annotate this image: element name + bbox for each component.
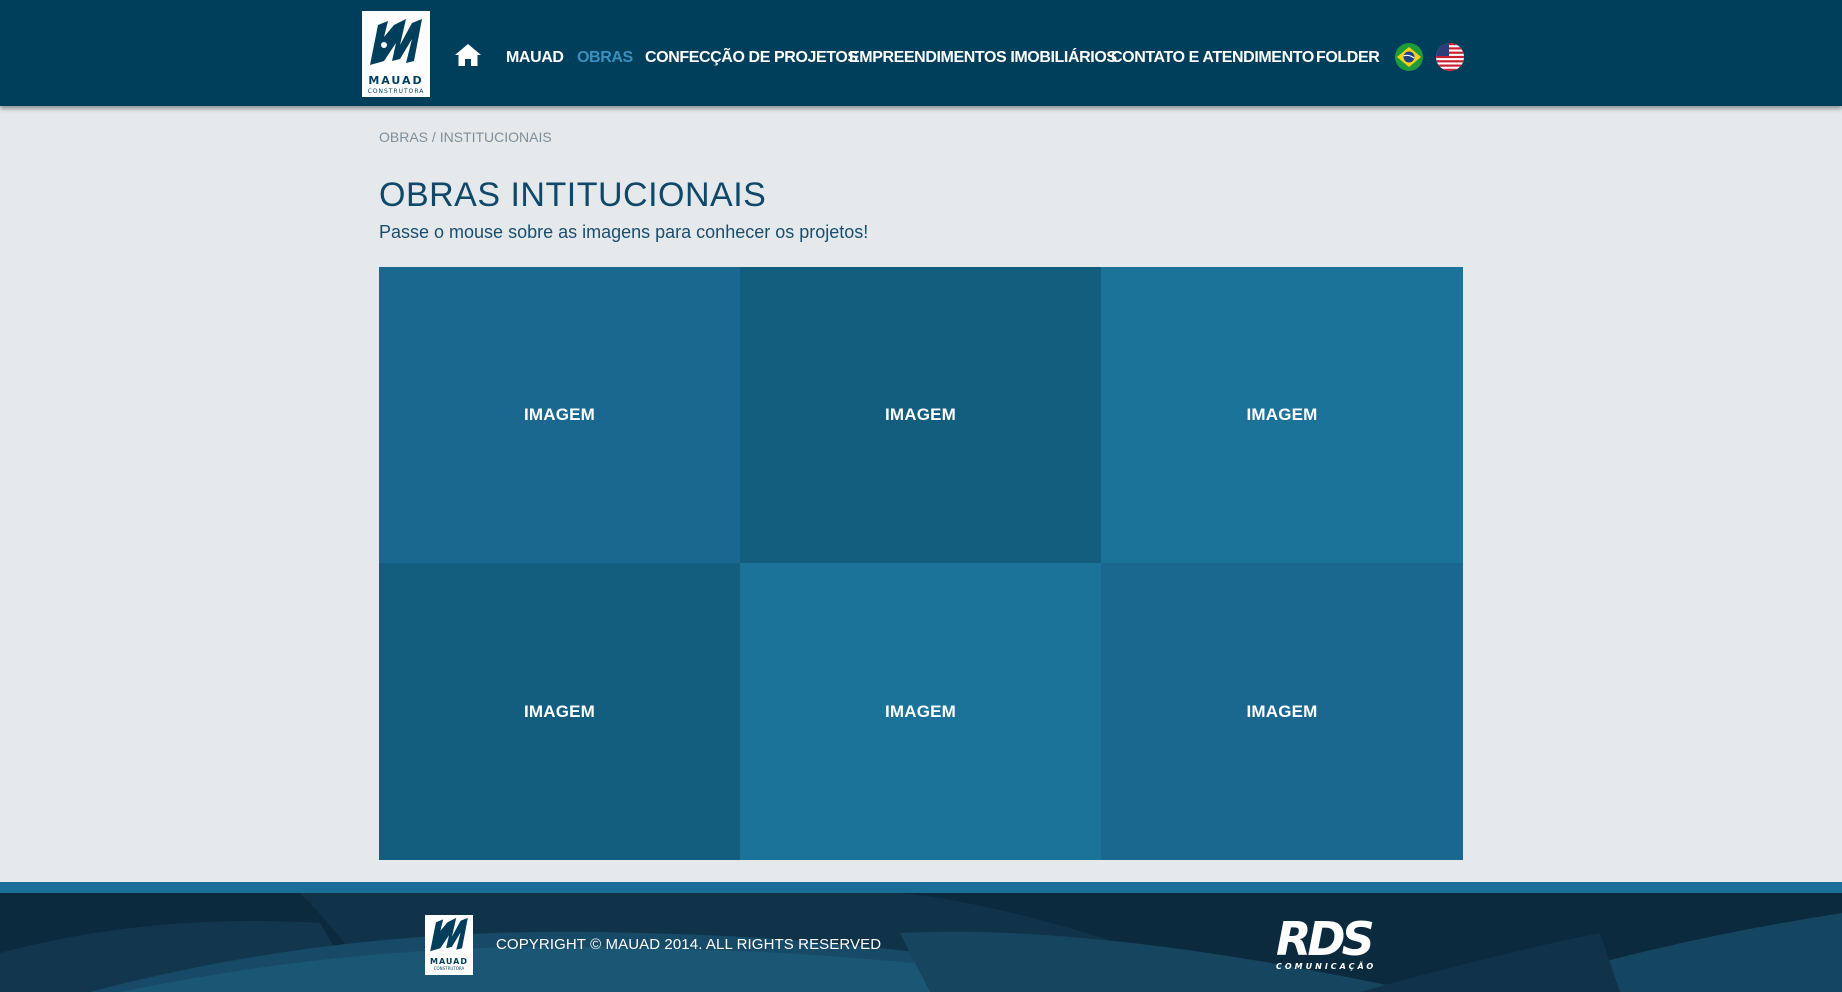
footer-logo-mark-icon xyxy=(430,917,468,952)
nav-item-empreendimentos-imobiliarios[interactable]: EMPREENDIMENTOS IMOBILIÁRIOS xyxy=(849,49,1117,67)
rds-comunicacao-logo[interactable]: RDS COMUNICAÇÃO xyxy=(1276,916,1384,976)
breadcrumb-current: INSTITUCIONAIS xyxy=(439,129,552,145)
rds-logo-subtitle: COMUNICAÇÃO xyxy=(1276,962,1377,971)
page-subtitle: Passe o mouse sobre as imagens para conh… xyxy=(379,222,869,242)
breadcrumb-separator: / xyxy=(428,129,440,145)
mauad-logo[interactable]: MAUAD CONSTRUTORA xyxy=(362,11,430,97)
projects-grid: IMAGEM IMAGEM IMAGEM IMAGEM IMAGEM IMAGE… xyxy=(379,267,1463,860)
footer-stripe xyxy=(0,882,1842,893)
footer-logo-wordmark: MAUAD xyxy=(430,957,468,966)
nav-item-obras[interactable]: OBRAS xyxy=(577,49,633,67)
mauad-logo-mark-icon xyxy=(370,19,422,65)
nav-item-folder[interactable]: FOLDER xyxy=(1316,49,1380,67)
home-icon[interactable] xyxy=(454,43,482,67)
page-title: OBRAS INTITUCIONAIS xyxy=(379,176,767,214)
project-tile[interactable]: IMAGEM xyxy=(379,267,740,563)
site-header: MAUAD CONSTRUTORA MAUAD OBRAS CONFECÇÃO … xyxy=(0,0,1842,106)
rds-logo-word: RDS xyxy=(1276,912,1375,966)
copyright-text: COPYRIGHT © MAUAD 2014. ALL RIGHTS RESER… xyxy=(496,936,882,953)
logo-wordmark: MAUAD xyxy=(368,74,424,87)
nav-item-mauad[interactable]: MAUAD xyxy=(506,49,564,67)
footer-mauad-logo[interactable]: MAUAD CONSTRUTORA xyxy=(425,915,473,975)
site-footer: MAUAD CONSTRUTORA COPYRIGHT © MAUAD 2014… xyxy=(0,893,1842,992)
nav-item-contato-e-atendimento[interactable]: CONTATO E ATENDIMENTO xyxy=(1111,49,1314,67)
project-tile[interactable]: IMAGEM xyxy=(740,267,1101,563)
project-tile[interactable]: IMAGEM xyxy=(1101,267,1463,563)
breadcrumb: OBRAS / INSTITUCIONAIS xyxy=(379,129,552,145)
project-tile[interactable]: IMAGEM xyxy=(379,563,740,860)
project-tile[interactable]: IMAGEM xyxy=(1101,563,1463,860)
project-tile[interactable]: IMAGEM xyxy=(740,563,1101,860)
brazil-flag-icon[interactable] xyxy=(1395,43,1423,71)
nav-item-confeccao-de-projetos[interactable]: CONFECÇÃO DE PROJETOS xyxy=(645,49,858,67)
footer-logo-subtitle: CONSTRUTORA xyxy=(433,966,465,971)
breadcrumb-link-obras[interactable]: OBRAS xyxy=(379,129,428,145)
logo-subtitle: CONSTRUTORA xyxy=(367,88,425,95)
usa-flag-icon[interactable] xyxy=(1436,43,1464,71)
footer-architecture-background xyxy=(0,893,1842,992)
